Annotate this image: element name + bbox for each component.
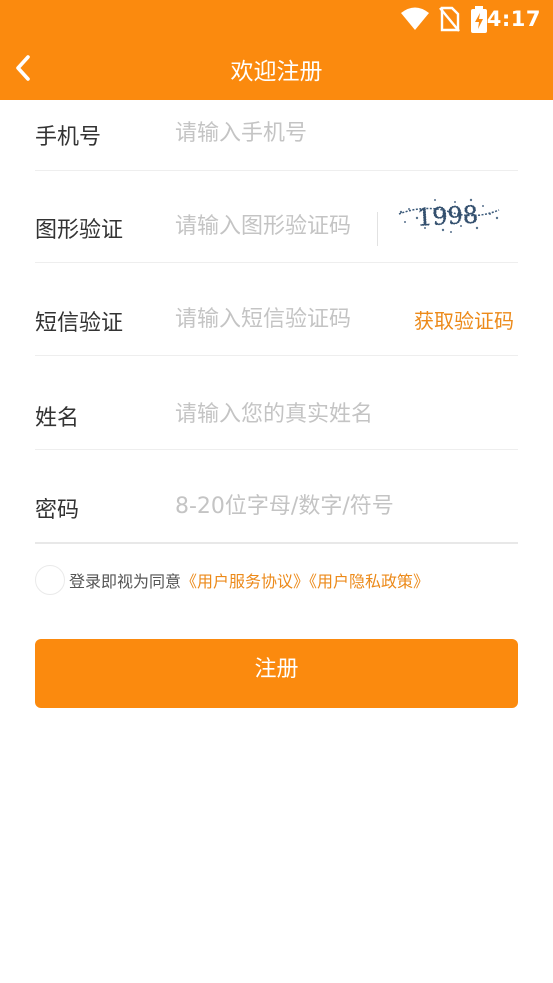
captcha-text: 1998	[416, 201, 478, 232]
phone-row: 手机号	[35, 100, 518, 171]
agreement-text: 登录即视为同意《用户服务协议》《用户隐私政策》	[69, 568, 429, 592]
no-sim-icon	[439, 6, 460, 32]
captcha-input[interactable]	[175, 211, 370, 241]
password-label: 密码	[35, 498, 80, 523]
sms-input[interactable]	[175, 304, 395, 334]
password-row: 密码	[35, 449, 518, 544]
nav-bar: 欢迎注册	[0, 38, 553, 100]
password-input[interactable]	[175, 491, 505, 521]
captcha-row: 图形验证 1998	[35, 170, 518, 263]
sms-label: 短信验证	[35, 311, 124, 336]
header-bar: 4:17 欢迎注册	[0, 0, 553, 100]
phone-input[interactable]	[175, 118, 505, 148]
register-button[interactable]: 注册	[35, 639, 518, 708]
wifi-icon	[401, 7, 429, 30]
status-bar: 4:17	[0, 0, 553, 38]
name-row: 姓名	[35, 355, 518, 450]
agreement-checkbox[interactable]	[35, 565, 65, 595]
user-service-agreement-link[interactable]: 《用户服务协议》	[181, 572, 309, 591]
sms-row: 短信验证 获取验证码	[35, 262, 518, 356]
captcha-divider	[377, 212, 378, 246]
phone-label: 手机号	[35, 125, 102, 150]
user-privacy-policy-link[interactable]: 《用户隐私政策》	[309, 572, 429, 591]
name-input[interactable]	[175, 399, 505, 429]
agreement-row: 登录即视为同意《用户服务协议》《用户隐私政策》	[35, 563, 518, 595]
battery-charging-icon	[471, 6, 487, 33]
name-label: 姓名	[35, 406, 80, 431]
captcha-label: 图形验证	[35, 218, 124, 243]
captcha-image[interactable]: 1998	[395, 192, 505, 240]
page-title: 欢迎注册	[230, 59, 323, 85]
get-sms-code-button[interactable]: 获取验证码	[414, 305, 514, 334]
status-time: 4:17	[486, 7, 541, 31]
agreement-prefix: 登录即视为同意	[69, 572, 182, 591]
